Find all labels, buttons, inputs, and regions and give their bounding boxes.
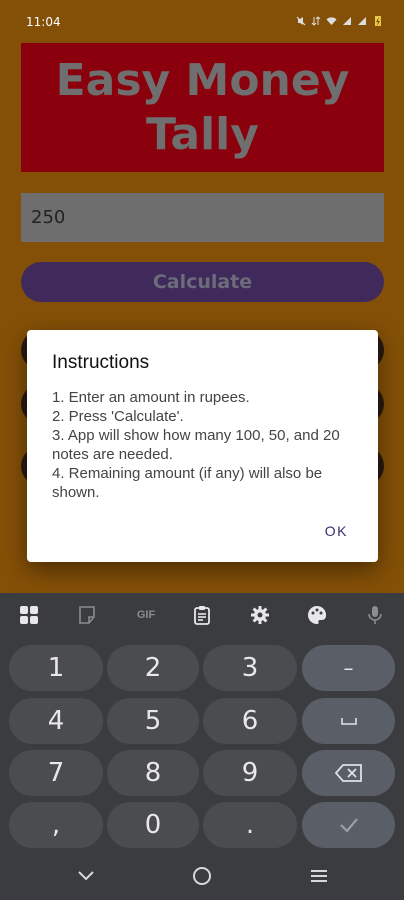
key-period[interactable]: .	[203, 802, 297, 848]
space-icon	[340, 718, 357, 725]
key-8[interactable]: 8	[107, 750, 199, 796]
key-minus[interactable]: –	[302, 645, 395, 691]
recents-menu-icon[interactable]	[305, 862, 333, 890]
back-chevron-icon[interactable]	[72, 862, 100, 890]
sticker-icon[interactable]	[76, 604, 98, 626]
settings-gear-icon[interactable]	[249, 604, 271, 626]
status-icons	[296, 15, 384, 27]
signal-icon	[343, 17, 351, 25]
key-5[interactable]: 5	[107, 698, 199, 744]
key-comma[interactable]: ,	[9, 802, 103, 848]
instruction-line-2: 2. Press 'Calculate'.	[52, 408, 184, 425]
screen: 11:04 Easy Money Tally Calculate Instruc…	[0, 0, 404, 900]
key-9[interactable]: 9	[203, 750, 297, 796]
keyboard: GIF 1 2 3 – 4 5 6 7 8 9 , 0 .	[0, 593, 404, 848]
data-icon	[311, 16, 321, 26]
instruction-line-1: 1. Enter an amount in rupees.	[52, 389, 250, 406]
home-circle-icon[interactable]	[188, 862, 216, 890]
key-space[interactable]	[302, 698, 395, 744]
apps-grid-icon[interactable]	[18, 604, 40, 626]
key-2[interactable]: 2	[107, 645, 199, 691]
title-banner: Easy Money Tally	[21, 43, 384, 172]
clipboard-icon[interactable]	[191, 604, 213, 626]
ok-button[interactable]: OK	[325, 523, 348, 539]
key-6[interactable]: 6	[203, 698, 297, 744]
status-time: 11:04	[26, 15, 61, 29]
key-backspace[interactable]	[302, 750, 395, 796]
instruction-line-3: 3. App will show how many 100, 50, and 2…	[52, 427, 340, 463]
dialog-title: Instructions	[52, 352, 150, 373]
key-0[interactable]: 0	[107, 802, 199, 848]
signal-icon-2	[358, 17, 366, 25]
palette-icon[interactable]	[306, 604, 328, 626]
amount-input[interactable]	[21, 193, 384, 242]
mute-icon	[296, 16, 306, 26]
key-7[interactable]: 7	[9, 750, 103, 796]
key-1[interactable]: 1	[9, 645, 103, 691]
gif-icon[interactable]: GIF	[131, 604, 161, 626]
key-3[interactable]: 3	[203, 645, 297, 691]
checkmark-icon	[339, 818, 358, 833]
dialog-body: 1. Enter an amount in rupees. 2. Press '…	[52, 388, 362, 502]
microphone-icon[interactable]	[364, 604, 386, 626]
key-4[interactable]: 4	[9, 698, 103, 744]
battery-charging-icon	[375, 16, 381, 26]
wifi-icon	[326, 17, 337, 25]
navigation-bar	[0, 848, 404, 900]
app-title: Easy Money Tally	[55, 54, 350, 160]
status-bar: 11:04	[0, 0, 404, 28]
instructions-dialog: Instructions 1. Enter an amount in rupee…	[27, 330, 378, 562]
keyboard-toolbar: GIF	[0, 593, 404, 637]
calculate-button[interactable]: Calculate	[21, 262, 384, 302]
instruction-line-4: 4. Remaining amount (if any) will also b…	[52, 465, 323, 501]
backspace-icon	[334, 764, 362, 782]
key-done[interactable]	[302, 802, 395, 848]
